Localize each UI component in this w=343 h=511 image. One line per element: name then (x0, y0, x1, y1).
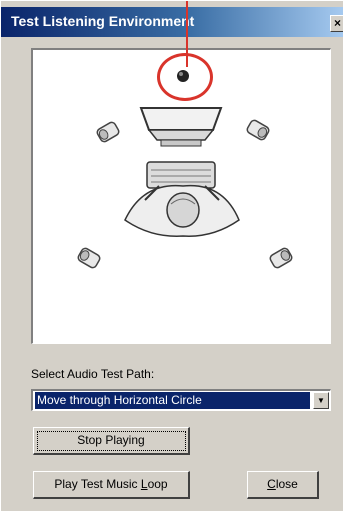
rear-left-speaker-icon (77, 247, 101, 269)
close-window-button[interactable]: × (330, 15, 343, 32)
audio-test-path-label: Select Audio Test Path: (31, 367, 155, 381)
window-title: Test Listening Environment (11, 13, 195, 29)
play-test-music-loop-button[interactable]: Play Test Music Loop (33, 471, 190, 499)
close-button[interactable]: Close (247, 471, 319, 499)
keyboard-icon (146, 161, 216, 189)
stop-playing-label: Stop Playing (77, 433, 145, 447)
audio-test-path-select[interactable]: Move through Horizontal Circle ▼ (31, 389, 331, 411)
front-right-speaker-icon (246, 119, 270, 141)
dialog-window: Test Listening Environment × Select Audi… (0, 0, 343, 511)
close-icon: × (334, 16, 342, 30)
audio-test-path-selected-value: Move through Horizontal Circle (35, 392, 310, 409)
close-label-accelerator: C (267, 477, 276, 491)
play-loop-label-suffix: oop (147, 477, 168, 491)
play-loop-label-accelerator: L (140, 477, 148, 491)
listener-icon (124, 184, 240, 237)
title-bar[interactable]: Test Listening Environment × (1, 7, 343, 37)
annotation-highlight-ring (157, 53, 213, 101)
rear-right-speaker-icon (269, 247, 293, 269)
stop-playing-button[interactable]: Stop Playing (33, 427, 190, 455)
dropdown-arrow-icon[interactable]: ▼ (313, 392, 329, 409)
front-left-speaker-icon (96, 121, 120, 143)
monitor-icon (139, 107, 223, 147)
close-label-suffix: lose (275, 477, 298, 491)
play-loop-label-prefix: Play Test Music (54, 477, 141, 491)
